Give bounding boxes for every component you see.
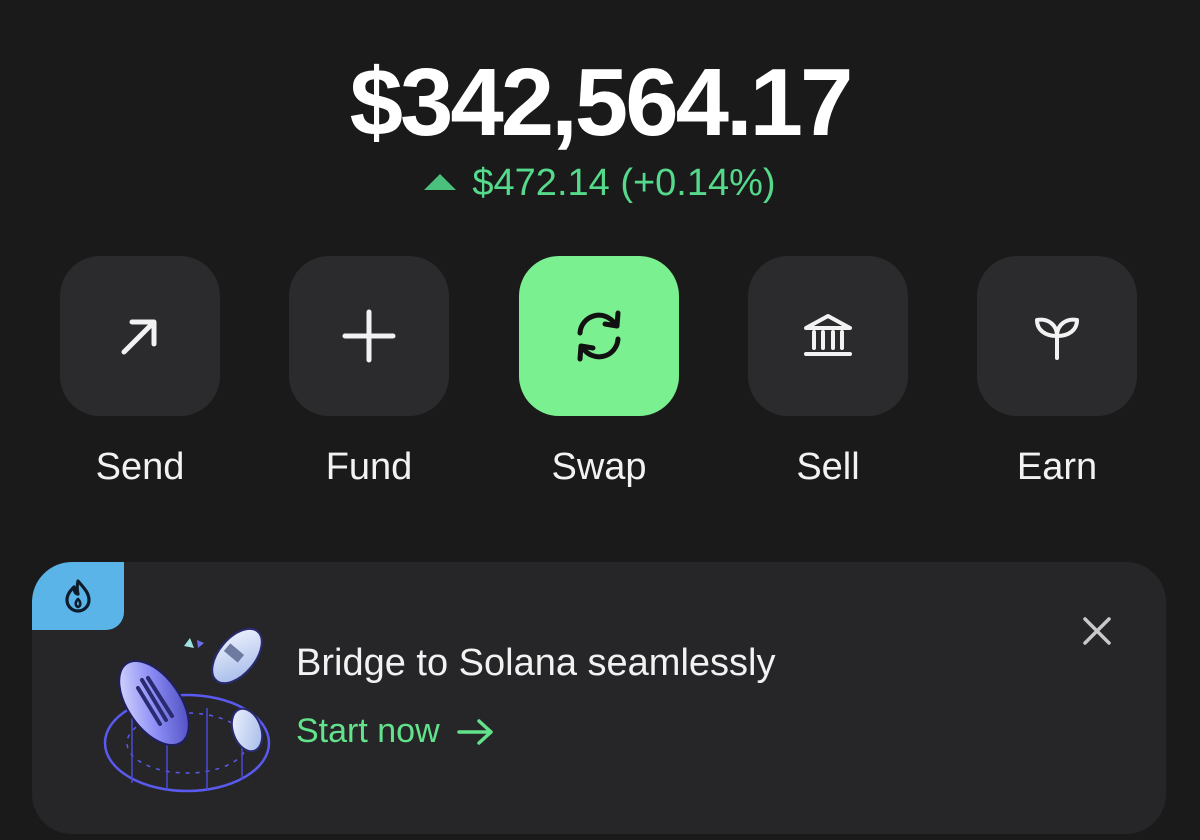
start-now-link[interactable]: Start now (296, 712, 496, 751)
wallet-home-screen: $342,564.17 $472.14 (+0.14%) Send Fund S… (0, 0, 1200, 840)
balance-change-text: $472.14 (+0.14%) (472, 162, 776, 204)
total-balance: $342,564.17 (349, 49, 854, 156)
fund-tile[interactable] (289, 256, 449, 416)
sell-button[interactable]: Sell (748, 256, 908, 496)
sell-label: Sell (796, 446, 860, 488)
bank-icon (804, 314, 852, 356)
send-tile[interactable] (60, 256, 220, 416)
plus-icon (342, 309, 396, 363)
swap-label: Swap (551, 446, 647, 488)
triangle-up-icon (424, 173, 457, 190)
earn-tile[interactable] (977, 256, 1137, 416)
promo-title: Bridge to Solana seamlessly (296, 642, 776, 684)
swap-icon (577, 310, 621, 362)
fund-button[interactable]: Fund (289, 256, 449, 496)
promo-banner[interactable]: Bridge to Solana seamlessly Start now (32, 562, 1166, 834)
earn-label: Earn (1016, 446, 1098, 488)
fund-label: Fund (325, 446, 413, 488)
balance-change: $472.14 (+0.14%) (0, 162, 1200, 205)
bridge-illustration (103, 627, 271, 793)
start-now-label: Start now (296, 712, 440, 750)
swap-button[interactable]: Swap (519, 256, 679, 496)
swap-tile[interactable] (519, 256, 679, 416)
arrow-up-right-icon (121, 319, 157, 355)
close-icon (1083, 617, 1111, 645)
sell-tile[interactable] (748, 256, 908, 416)
send-label: Send (95, 446, 185, 488)
earn-button[interactable]: Earn (977, 256, 1137, 496)
sprout-icon (1035, 317, 1079, 360)
flame-icon (65, 579, 91, 613)
send-button[interactable]: Send (60, 256, 220, 496)
close-banner-button[interactable] (1076, 610, 1118, 652)
arrow-right-icon (456, 718, 493, 745)
quick-actions: Send Fund Swap Sell Earn (0, 256, 1200, 496)
